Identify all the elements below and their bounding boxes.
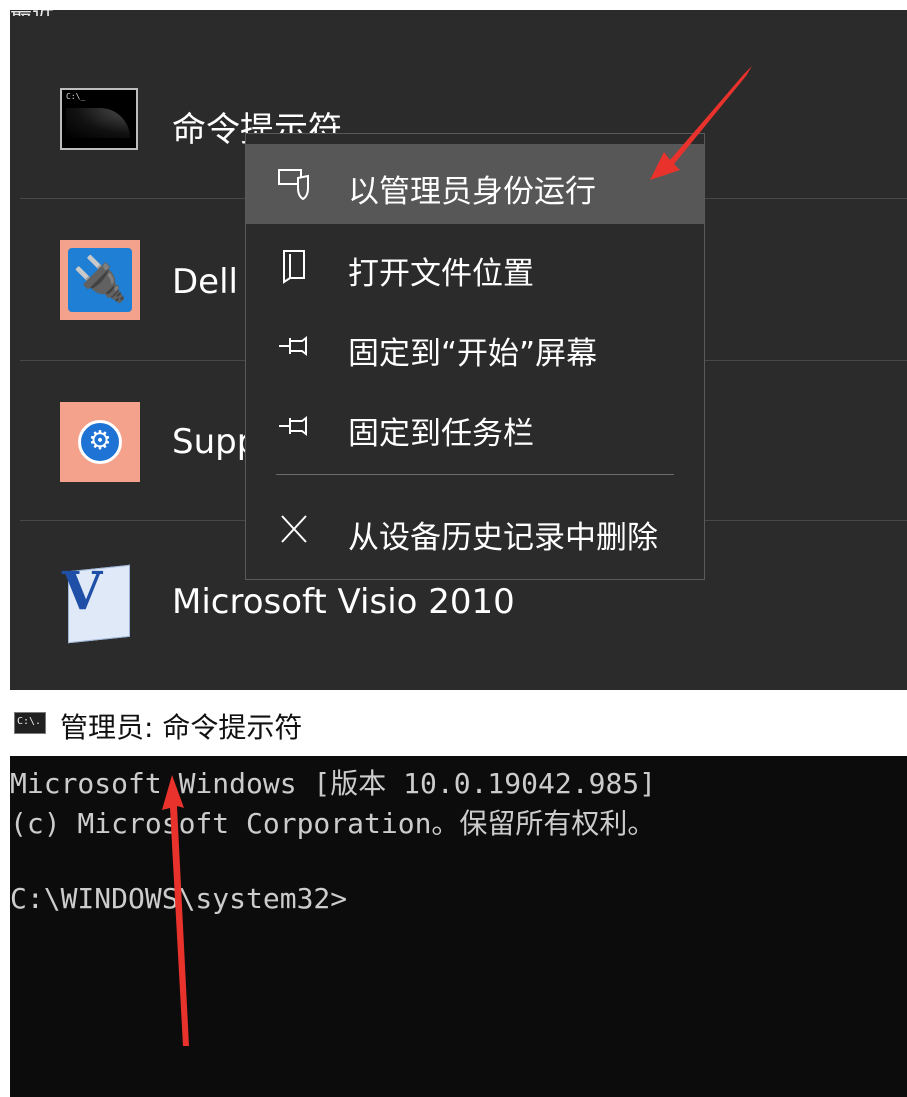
dell-power-plug-icon: 🔌 — [60, 240, 140, 320]
menu-item-pin-to-taskbar[interactable]: 固定到任务栏 — [246, 386, 704, 466]
menu-item-label: 固定到任务栏 — [348, 416, 534, 452]
app-label: Microsoft Visio 2010 — [172, 582, 515, 622]
pin-icon — [276, 328, 316, 364]
console-line: Microsoft Windows [版本 10.0.19042.985] — [10, 767, 657, 800]
console-title-bar[interactable]: C:\. 管理员: 命令提示符 — [10, 692, 907, 756]
menu-item-label: 从设备历史记录中删除 — [348, 520, 658, 556]
open-file-location-icon — [276, 248, 316, 284]
support-wrench-icon: ⚙ — [60, 402, 140, 482]
pin-icon — [276, 408, 316, 444]
console-output[interactable]: Microsoft Windows [版本 10.0.19042.985] (c… — [10, 756, 907, 1097]
menu-item-pin-to-start[interactable]: 固定到“开始”屏幕 — [246, 306, 704, 386]
console-line: (c) Microsoft Corporation。保留所有权利。 — [10, 807, 656, 840]
run-as-admin-shield-icon — [276, 166, 316, 202]
menu-item-run-as-admin[interactable]: 以管理员身份运行 — [246, 144, 704, 224]
menu-separator — [276, 474, 674, 475]
menu-item-remove-from-history[interactable]: 从设备历史记录中删除 — [246, 490, 704, 570]
visio-icon: V — [60, 562, 140, 644]
console-prompt: C:\WINDOWS\system32> — [10, 882, 348, 915]
app-label: Dell — [172, 262, 238, 302]
menu-item-open-file-location[interactable]: 打开文件位置 — [246, 226, 704, 306]
console-app-icon: C:\. — [14, 712, 46, 734]
menu-item-label: 打开文件位置 — [348, 256, 534, 292]
menu-item-label: 以管理员身份运行 — [348, 174, 596, 210]
window-title: 管理员: 命令提示符 — [60, 711, 303, 744]
menu-item-label: 固定到“开始”屏幕 — [348, 336, 598, 372]
context-menu: 以管理员身份运行 打开文件位置 固定到“开始”屏幕 固定到任务栏 从设备历史记录… — [245, 133, 705, 580]
close-x-icon — [276, 512, 316, 548]
